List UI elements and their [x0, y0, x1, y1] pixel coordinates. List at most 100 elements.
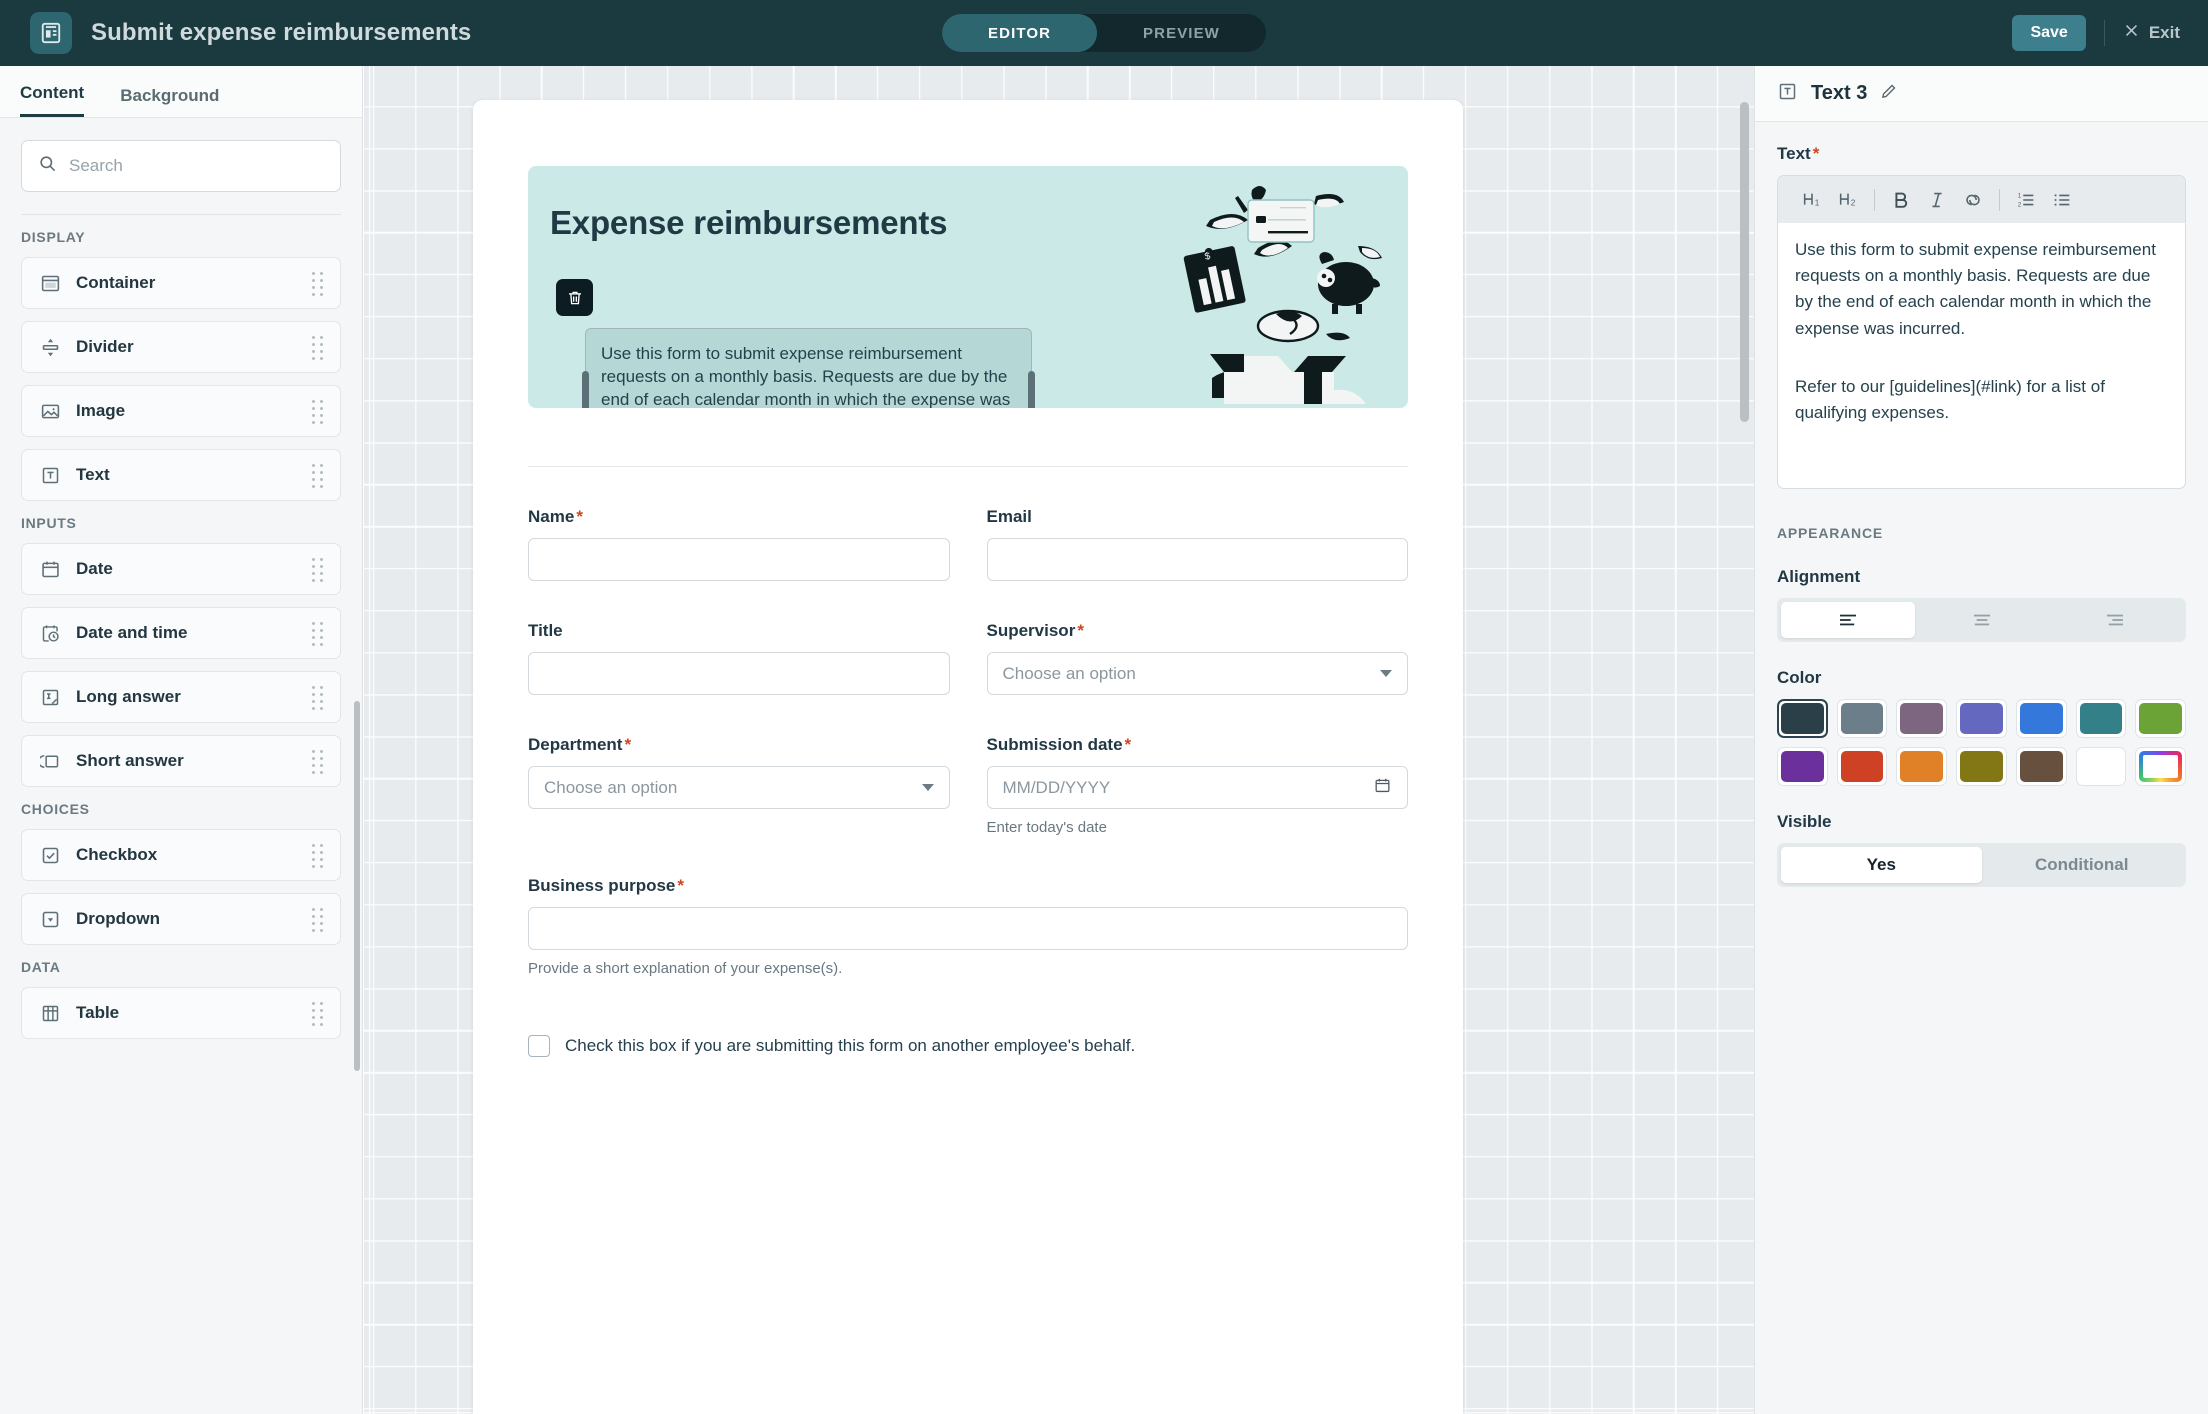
- form-fields: Name* Email Title Supervisor* Choose an …: [528, 466, 1408, 1057]
- rich-text-editor[interactable]: 1 2: [1777, 175, 2186, 489]
- container-icon: [38, 271, 62, 295]
- pencil-icon[interactable]: [1880, 83, 1897, 105]
- heading-2-icon[interactable]: 2: [1830, 182, 1866, 218]
- sidebar-item-image[interactable]: Image: [21, 385, 341, 437]
- color-swatch[interactable]: [1896, 747, 1947, 786]
- title-input[interactable]: [528, 652, 950, 695]
- color-swatch[interactable]: [1896, 699, 1947, 738]
- department-select[interactable]: Choose an option: [528, 766, 950, 809]
- submission-date-input[interactable]: MM/DD/YYYY: [987, 766, 1409, 809]
- resize-handle-right[interactable]: [1028, 371, 1035, 408]
- divider-icon: [38, 335, 62, 359]
- editor-textarea[interactable]: Use this form to submit expense reimburs…: [1778, 223, 2185, 488]
- sidebar-scrollbar[interactable]: [354, 701, 360, 1071]
- drag-handle-icon[interactable]: [312, 686, 324, 708]
- selected-text-block[interactable]: Use this form to submit expense reimburs…: [585, 328, 1032, 408]
- email-input[interactable]: [987, 538, 1409, 581]
- behalf-checkbox[interactable]: [528, 1035, 550, 1057]
- form-row-3: Department* Choose an option Submission …: [528, 735, 1408, 836]
- color-swatch[interactable]: [1837, 699, 1888, 738]
- align-center-icon[interactable]: [1915, 602, 2049, 638]
- color-swatch[interactable]: [1956, 699, 2007, 738]
- close-icon: [2123, 22, 2140, 44]
- sidebar-group-choices: CHOICES: [21, 801, 341, 817]
- sidebar-item-label: Divider: [76, 337, 312, 357]
- field-label: Supervisor*: [987, 621, 1409, 641]
- search-input[interactable]: [69, 156, 324, 176]
- sidebar-item-text[interactable]: Text: [21, 449, 341, 501]
- link-icon[interactable]: [1955, 182, 1991, 218]
- drag-handle-icon[interactable]: [312, 908, 324, 930]
- form-builder-icon: [30, 12, 72, 54]
- sidebar-item-date-and-time[interactable]: Date and time: [21, 607, 341, 659]
- color-swatch[interactable]: [2076, 747, 2127, 786]
- color-swatch[interactable]: [1837, 747, 1888, 786]
- bullet-list-icon[interactable]: [2044, 182, 2080, 218]
- sidebar-item-dropdown[interactable]: Dropdown: [21, 893, 341, 945]
- color-swatch[interactable]: [2076, 699, 2127, 738]
- drag-handle-icon[interactable]: [312, 558, 324, 580]
- sidebar-item-divider[interactable]: Divider: [21, 321, 341, 373]
- calendar-icon[interactable]: [1373, 776, 1392, 800]
- visible-conditional-button[interactable]: Conditional: [1982, 847, 2183, 883]
- supervisor-placeholder: Choose an option: [1003, 664, 1136, 684]
- properties-panel-title: Text 3: [1811, 82, 1867, 105]
- color-swatch[interactable]: [2016, 699, 2067, 738]
- svg-text:1: 1: [1815, 198, 1820, 207]
- custom-color-swatch[interactable]: [2135, 747, 2186, 786]
- drag-handle-icon[interactable]: [312, 272, 324, 294]
- delete-block-button[interactable]: [556, 279, 593, 316]
- save-button[interactable]: Save: [2012, 15, 2085, 51]
- sidebar-item-long-answer[interactable]: Long answer: [21, 671, 341, 723]
- align-left-icon[interactable]: [1781, 602, 1915, 638]
- sidebar-item-checkbox[interactable]: Checkbox: [21, 829, 341, 881]
- color-swatch-grid: [1777, 699, 2186, 786]
- drag-handle-icon[interactable]: [312, 400, 324, 422]
- sidebar-tab-content[interactable]: Content: [20, 83, 84, 117]
- field-title: Title: [528, 621, 950, 695]
- sidebar-item-date[interactable]: Date: [21, 543, 341, 595]
- drag-handle-icon[interactable]: [312, 464, 324, 486]
- heading-1-icon[interactable]: 1: [1794, 182, 1830, 218]
- drag-handle-icon[interactable]: [312, 1002, 324, 1024]
- drag-handle-icon[interactable]: [312, 622, 324, 644]
- align-right-icon[interactable]: [2048, 602, 2182, 638]
- sidebar-tab-background[interactable]: Background: [120, 86, 219, 117]
- sidebar-item-short-answer[interactable]: Short answer: [21, 735, 341, 787]
- behalf-checkbox-row[interactable]: Check this box if you are submitting thi…: [528, 1035, 1408, 1057]
- color-swatch[interactable]: [1777, 747, 1828, 786]
- field-label: Business purpose*: [528, 876, 1408, 896]
- tab-preview[interactable]: PREVIEW: [1097, 14, 1266, 52]
- sidebar-item-label: Date and time: [76, 623, 312, 643]
- exit-button[interactable]: Exit: [2123, 22, 2186, 44]
- form-row-1: Name* Email: [528, 507, 1408, 581]
- text-icon: [38, 463, 62, 487]
- business-purpose-input[interactable]: [528, 907, 1408, 950]
- drag-handle-icon[interactable]: [312, 844, 324, 866]
- field-name: Name*: [528, 507, 950, 581]
- tab-editor[interactable]: EDITOR: [942, 14, 1097, 52]
- name-input[interactable]: [528, 538, 950, 581]
- visible-yes-button[interactable]: Yes: [1781, 847, 1982, 883]
- chevron-down-icon: [922, 784, 934, 791]
- sidebar-divider: [21, 214, 341, 215]
- ordered-list-icon[interactable]: 1 2: [2008, 182, 2044, 218]
- sidebar-item-table[interactable]: Table: [21, 987, 341, 1039]
- color-swatch[interactable]: [1777, 699, 1828, 738]
- canvas-scrollbar[interactable]: [1740, 102, 1749, 422]
- color-swatch[interactable]: [1956, 747, 2007, 786]
- field-label: Email: [987, 507, 1409, 527]
- color-swatch[interactable]: [2135, 699, 2186, 738]
- supervisor-select[interactable]: Choose an option: [987, 652, 1409, 695]
- field-label-text: Business purpose: [528, 876, 675, 895]
- sidebar-item-container[interactable]: Container: [21, 257, 341, 309]
- search-box[interactable]: [21, 140, 341, 192]
- field-label: Department*: [528, 735, 950, 755]
- sidebar-item-label: Image: [76, 401, 312, 421]
- italic-icon[interactable]: [1919, 182, 1955, 218]
- bold-icon[interactable]: [1883, 182, 1919, 218]
- drag-handle-icon[interactable]: [312, 336, 324, 358]
- resize-handle-left[interactable]: [582, 371, 589, 408]
- color-swatch[interactable]: [2016, 747, 2067, 786]
- drag-handle-icon[interactable]: [312, 750, 324, 772]
